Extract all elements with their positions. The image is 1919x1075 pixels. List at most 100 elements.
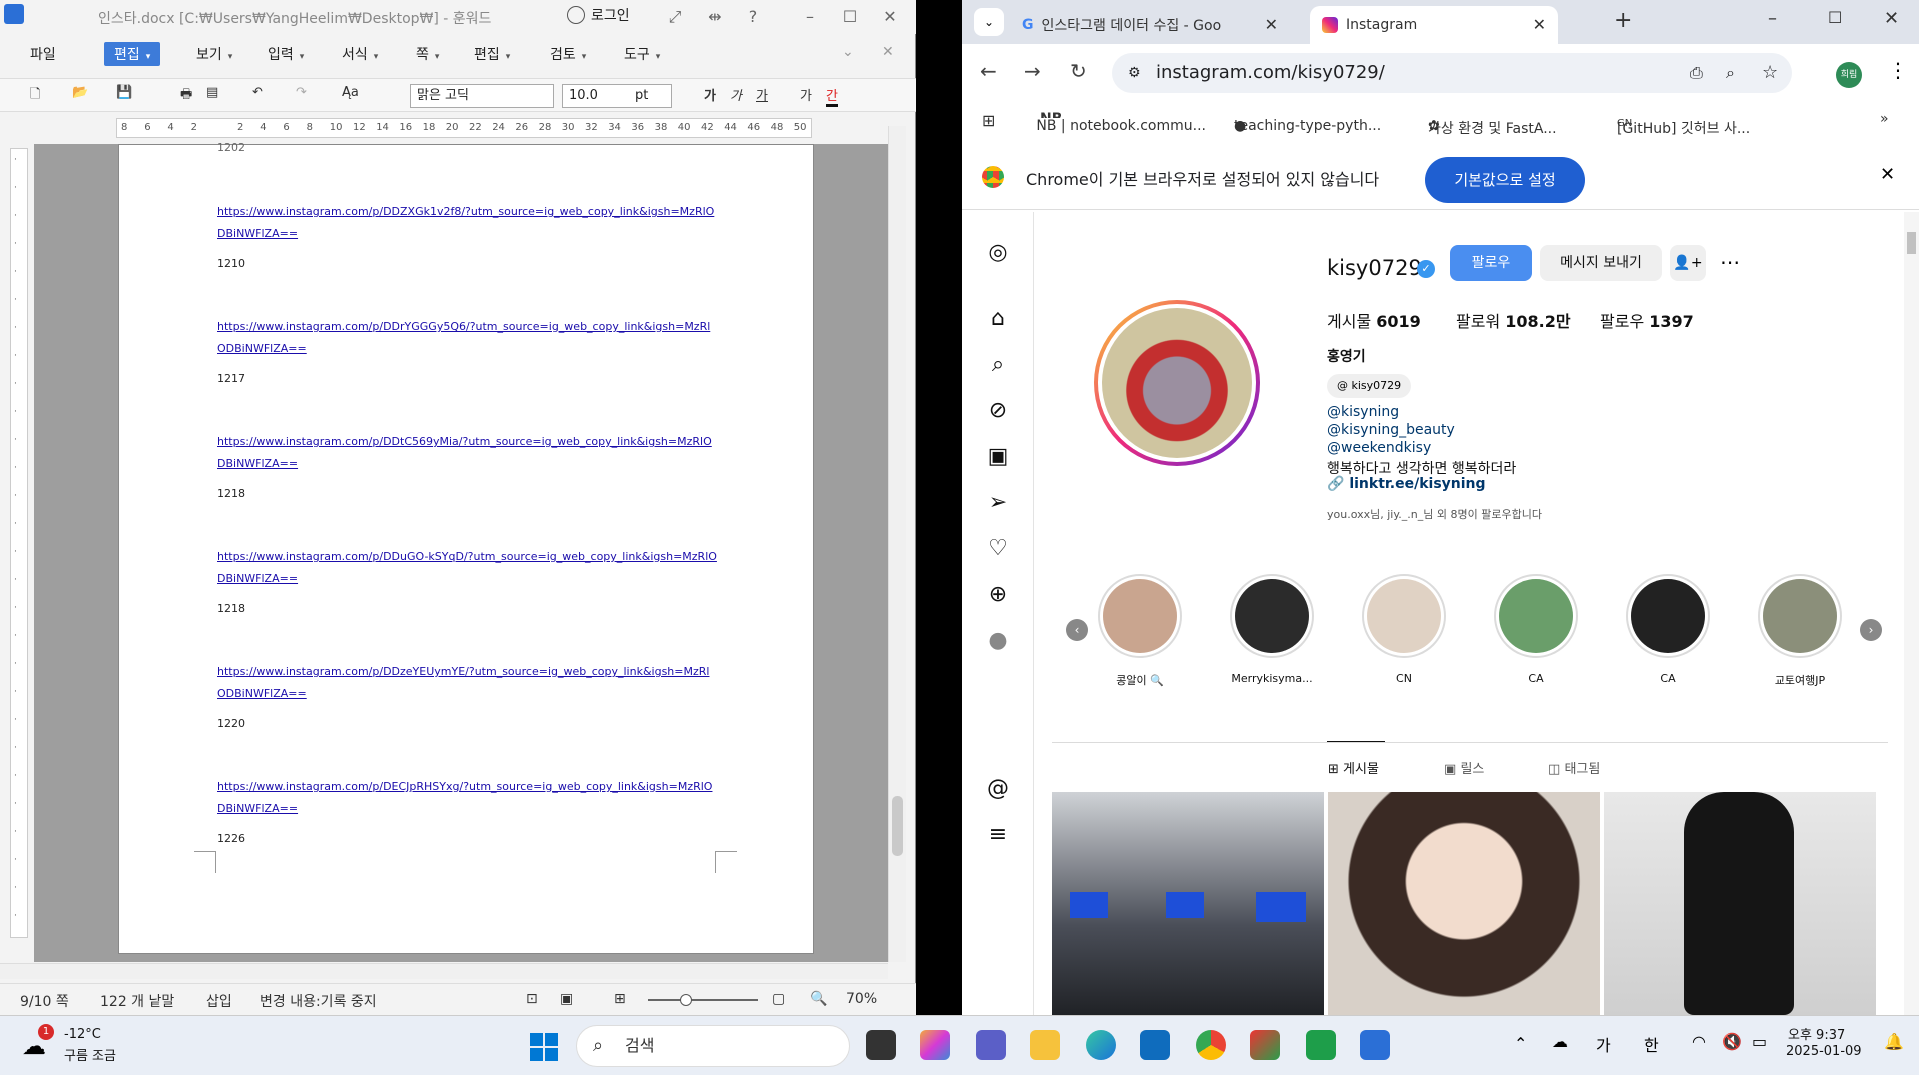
- site-info-icon[interactable]: ⚙: [1128, 53, 1141, 93]
- followed-by[interactable]: you.oxx님, jiy._.n_님 외 8명이 팔로우합니다: [1327, 506, 1542, 522]
- tab-posts[interactable]: ⊞ 게시물: [1328, 758, 1379, 777]
- more-bookmarks-icon[interactable]: »: [1880, 111, 1889, 127]
- clock-time[interactable]: 오후 9:37: [1788, 1024, 1845, 1043]
- menu-insert[interactable]: 입력 ▾: [268, 44, 304, 64]
- reload-icon[interactable]: ↻: [1070, 59, 1087, 83]
- tab-reels[interactable]: ▣ 릴스: [1444, 758, 1484, 777]
- zoom-slider[interactable]: [648, 994, 758, 1006]
- tab-instagram[interactable]: Instagram ✕: [1310, 6, 1558, 44]
- file-explorer-icon[interactable]: [1030, 1030, 1060, 1060]
- notification-bell-icon[interactable]: 🔔: [1884, 1032, 1904, 1051]
- view-page-icon[interactable]: ▣: [560, 991, 573, 1007]
- save-icon[interactable]: 💾: [116, 85, 132, 107]
- bookmark-1[interactable]: NB NB | notebook.commu...: [1036, 111, 1206, 134]
- install-icon[interactable]: ⎙: [1690, 53, 1703, 93]
- tab-tagged[interactable]: ◫ 태그됨: [1548, 758, 1600, 777]
- close-button[interactable]: ✕: [1884, 8, 1899, 29]
- app-icon-redblue[interactable]: [1250, 1030, 1280, 1060]
- reels-icon[interactable]: ▣: [985, 444, 1011, 470]
- apps-icon[interactable]: ⊞: [982, 111, 995, 130]
- track-changes[interactable]: 변경 내용:기록 중지: [260, 991, 377, 1011]
- highlight-6[interactable]: 교토여행JP: [1758, 574, 1842, 688]
- chrome-icon[interactable]: [1196, 1030, 1226, 1060]
- wifi-icon[interactable]: ◠: [1692, 1032, 1706, 1051]
- vertical-scrollbar[interactable]: [888, 126, 906, 962]
- profile-avatar[interactable]: 희림: [1836, 62, 1862, 88]
- page-scrollbar[interactable]: [1904, 212, 1919, 1015]
- font-name-combo[interactable]: 맑은 고딕: [410, 84, 554, 108]
- threads-icon[interactable]: @: [985, 776, 1011, 802]
- open-folder-icon[interactable]: 📂: [72, 85, 88, 107]
- new-doc-icon[interactable]: 🗋: [30, 85, 40, 107]
- search-icon[interactable]: ⌕: [985, 352, 1011, 378]
- highlights-prev-icon[interactable]: ‹: [1066, 619, 1088, 641]
- highlights-next-icon[interactable]: ›: [1860, 619, 1882, 641]
- outlook-icon[interactable]: [1140, 1030, 1170, 1060]
- menu-edit2[interactable]: 편집 ▾: [474, 44, 510, 64]
- minimize-button[interactable]: –: [1768, 8, 1777, 29]
- highlight-2[interactable]: Merrykisyma...: [1230, 574, 1314, 685]
- hancell-icon[interactable]: [1306, 1030, 1336, 1060]
- view-normal-icon[interactable]: ⊡: [526, 991, 538, 1007]
- bold-icon[interactable]: 가: [704, 85, 716, 107]
- options-icon[interactable]: ⋯: [1720, 250, 1740, 274]
- help-icon[interactable]: ?: [738, 4, 768, 30]
- ribbon-collapse-icon[interactable]: ⌄: [842, 44, 854, 60]
- profile-icon[interactable]: ●: [985, 628, 1011, 654]
- horizontal-scrollbar[interactable]: [0, 963, 888, 979]
- print-icon[interactable]: 🖶: [180, 85, 192, 107]
- highlight-5[interactable]: CA: [1626, 574, 1710, 685]
- menu-edit-active[interactable]: 편집 ▾: [104, 42, 161, 66]
- post-thumbnail[interactable]: [1328, 792, 1600, 1015]
- menu-kebab-icon[interactable]: ⋮: [1888, 58, 1908, 82]
- menu-format[interactable]: 서식 ▾: [342, 44, 378, 64]
- create-icon[interactable]: ⊕: [985, 582, 1011, 608]
- entry-link[interactable]: https://www.instagram.com/p/DDzeYEUymYE/…: [217, 661, 717, 705]
- menu-file[interactable]: 파일: [30, 44, 56, 64]
- clock-date[interactable]: 2025-01-09: [1786, 1044, 1862, 1059]
- explore-icon[interactable]: ⊘: [985, 398, 1011, 424]
- zoom-fit-icon[interactable]: ⊞: [614, 991, 626, 1007]
- threads-badge[interactable]: @ kisy0729: [1327, 374, 1412, 398]
- entry-link[interactable]: https://www.instagram.com/p/DDuGO-kSYqD/…: [217, 546, 717, 590]
- instagram-logo-icon[interactable]: ◎: [985, 240, 1011, 266]
- taskbar-search[interactable]: ⌕ 검색: [576, 1025, 850, 1067]
- highlight-4[interactable]: CA: [1494, 574, 1578, 685]
- zoom-icon[interactable]: 🔍: [810, 991, 827, 1007]
- home-icon[interactable]: ⌂: [985, 306, 1011, 332]
- horizontal-ruler[interactable]: 8 6 4 2 2 4 6 8 10 12 14 16 18 20 22 24 26 28 30 32 34 36 38 40…: [116, 118, 812, 138]
- italic-icon[interactable]: 가: [730, 85, 742, 107]
- notifications-heart-icon[interactable]: ♡: [985, 536, 1011, 562]
- bio-mention[interactable]: @weekendkisy: [1327, 440, 1431, 456]
- bio-mention[interactable]: @kisyning: [1327, 404, 1399, 420]
- tray-overflow-icon[interactable]: ⌃: [1514, 1034, 1527, 1053]
- document-page[interactable]: 1202 https://www.instagram.com/p/DDZXGk1…: [118, 141, 814, 954]
- profile-picture[interactable]: [1094, 300, 1260, 466]
- entry-link[interactable]: https://www.instagram.com/p/DDtC569yMia/…: [217, 431, 717, 475]
- bio-mention[interactable]: @kisyning_beauty: [1327, 422, 1455, 438]
- start-button[interactable]: [530, 1033, 558, 1061]
- close-button[interactable]: ✕: [875, 4, 905, 30]
- zoom-page-icon[interactable]: ▢: [772, 991, 785, 1007]
- menu-view[interactable]: 보기 ▾: [196, 44, 232, 64]
- followers-stat[interactable]: 팔로워 108.2만: [1456, 308, 1571, 332]
- login-button[interactable]: 로그인: [567, 5, 630, 25]
- bio-link[interactable]: 🔗 linktr.ee/kisyning: [1327, 476, 1486, 492]
- tab-google-doc[interactable]: G 인스타그램 데이터 수집 - Goo ✕: [1010, 6, 1290, 44]
- entry-link[interactable]: https://www.instagram.com/p/DDrYGGGy5Q6/…: [217, 316, 717, 360]
- more-menu-icon[interactable]: ≡: [985, 822, 1011, 848]
- weather-widget[interactable]: ☁ 1 -12°C 구름 조금: [22, 1024, 142, 1066]
- address-bar[interactable]: ⚙ instagram.com/kisy0729/ ⎙ ⌕ ☆: [1112, 53, 1792, 93]
- highlight-3[interactable]: CN: [1362, 574, 1446, 685]
- menu-page[interactable]: 쪽 ▾: [416, 44, 439, 64]
- onedrive-icon[interactable]: ☁: [1552, 1032, 1568, 1051]
- highlight-1[interactable]: 콩알이 🔍: [1098, 574, 1182, 688]
- post-thumbnail[interactable]: [1604, 792, 1876, 1015]
- suggest-user-button[interactable]: 👤+: [1670, 245, 1706, 281]
- task-view-icon[interactable]: [866, 1030, 896, 1060]
- preview-icon[interactable]: ▤: [206, 85, 218, 107]
- fullscreen-icon[interactable]: ⤢: [660, 4, 690, 30]
- close-tab-icon[interactable]: ✕: [1265, 15, 1278, 34]
- teams-icon[interactable]: [976, 1030, 1006, 1060]
- post-thumbnail[interactable]: [1052, 792, 1324, 1015]
